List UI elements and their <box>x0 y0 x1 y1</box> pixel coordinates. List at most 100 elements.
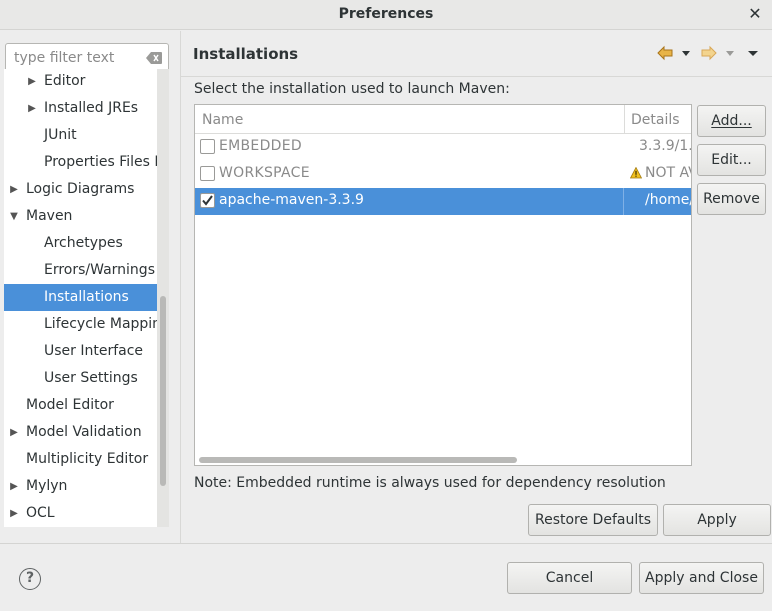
page-description: Select the installation used to launch M… <box>194 81 510 97</box>
tree-item-label: User Settings <box>44 370 138 386</box>
page-header: Installations <box>181 31 772 77</box>
tree-item[interactable]: User Settings <box>4 365 157 392</box>
preference-page: Installations Select the installation us… <box>180 31 772 543</box>
remove-button-label: Remove <box>703 191 760 207</box>
embedded-runtime-note: Note: Embedded runtime is always used fo… <box>194 475 666 491</box>
view-menu-icon[interactable] <box>747 45 759 61</box>
name-cell: WORKSPACE <box>195 161 624 188</box>
forward-history-dropdown-icon[interactable] <box>724 45 736 61</box>
column-header-details[interactable]: Details <box>631 112 680 128</box>
apply-button[interactable]: Apply <box>663 504 771 536</box>
filter-placeholder: type filter text <box>14 50 115 66</box>
restore-defaults-button[interactable]: Restore Defaults <box>528 504 658 536</box>
tree-item-label: Installations <box>44 289 129 305</box>
clear-filter-icon[interactable] <box>146 52 162 64</box>
details-cell: 3.3.9/1.6.0 <box>625 134 691 161</box>
collapsed-arrow-icon[interactable]: ▶ <box>27 69 37 95</box>
installation-details: /home/ <box>645 192 691 208</box>
tree-item-label: Lifecycle Mappings <box>44 316 157 332</box>
preference-tree: ▶ Editor ▶ Installed JREs JUnit Properties Fi… <box>4 69 157 527</box>
table-row[interactable]: EMBEDDED 3.3.9/1.6.0 <box>195 134 691 161</box>
collapsed-arrow-icon[interactable]: ▶ <box>27 95 37 122</box>
tree-item[interactable]: ▶ Mylyn <box>4 473 157 500</box>
table-row[interactable]: apache-maven-3.3.9/home/ <box>195 188 691 215</box>
tree-item[interactable]: ▶ Model Validation <box>4 419 157 446</box>
name-cell: EMBEDDED <box>195 134 624 161</box>
expanded-arrow-icon[interactable]: ▼ <box>9 203 19 230</box>
back-history-dropdown-icon[interactable] <box>680 45 692 61</box>
tree-item-label: Mylyn <box>26 478 68 494</box>
tree-item[interactable]: User Interface <box>4 338 157 365</box>
collapsed-arrow-icon[interactable]: ▶ <box>9 473 19 500</box>
tree-item-label: User Interface <box>44 343 144 359</box>
tree-item[interactable]: Installations <box>4 284 157 311</box>
cancel-button[interactable]: Cancel <box>507 562 632 594</box>
tree-item[interactable]: Archetypes <box>4 230 157 257</box>
dialog-footer: ? Cancel Apply and Close <box>0 543 772 611</box>
table-horizontal-scrollbar-thumb[interactable] <box>199 457 517 463</box>
installation-name: apache-maven-3.3.9 <box>219 192 364 208</box>
tree-item[interactable]: Lifecycle Mappings <box>4 311 157 338</box>
apply-label: Apply <box>697 512 737 528</box>
column-separator[interactable] <box>624 105 625 134</box>
tree-item-label: OCL <box>26 505 55 521</box>
tree-item-label: JUnit <box>44 127 77 143</box>
add-button[interactable]: Add... <box>697 105 766 137</box>
details-cell: /home/ <box>625 188 691 215</box>
tree-item-label: Model Validation <box>26 424 142 440</box>
installation-name: EMBEDDED <box>219 138 302 154</box>
tree-item-label: Multiplicity Editor <box>26 451 149 467</box>
tree-item-label: Properties Files Editor <box>44 154 157 170</box>
edit-button[interactable]: Edit... <box>697 144 766 176</box>
tree-item-label: Model Editor <box>26 397 114 413</box>
tree-item[interactable]: ▼ Maven <box>4 203 157 230</box>
tree-item-label: Editor <box>44 73 86 89</box>
tree-item[interactable]: Properties Files Editor <box>4 149 157 176</box>
page-title: Installations <box>193 45 299 63</box>
table-row[interactable]: WORKSPACE NOT AVAILABLE <box>195 161 691 188</box>
installations-table: Name Details EMBEDDED 3.3.9/1.6.0 WORKSPAC… <box>194 104 692 466</box>
collapsed-arrow-icon[interactable]: ▶ <box>9 176 19 203</box>
title-bar: Preferences ✕ <box>0 0 772 30</box>
cancel-label: Cancel <box>545 570 594 586</box>
window-title: Preferences <box>338 6 434 22</box>
warning-icon <box>629 166 643 179</box>
tree-item-label: Maven <box>26 208 73 224</box>
back-arrow-icon[interactable] <box>657 45 673 61</box>
tree-item[interactable]: ▶ OCL <box>4 500 157 527</box>
forward-arrow-icon[interactable] <box>701 45 717 61</box>
installation-checkbox[interactable] <box>200 166 215 181</box>
tree-item[interactable]: ▶ Installed JREs <box>4 95 157 122</box>
name-cell: apache-maven-3.3.9 <box>195 188 624 215</box>
installation-name: WORKSPACE <box>219 165 310 181</box>
tree-item-label: Logic Diagrams <box>26 181 135 197</box>
tree-item[interactable]: Errors/Warnings <box>4 257 157 284</box>
add-button-label: Add... <box>711 113 752 129</box>
column-header-name[interactable]: Name <box>202 112 243 128</box>
edit-button-label: Edit... <box>711 152 752 168</box>
tree-item[interactable]: ▶ Logic Diagrams <box>4 176 157 203</box>
tree-item[interactable]: Model Editor <box>4 392 157 419</box>
help-icon[interactable]: ? <box>19 568 41 590</box>
remove-button[interactable]: Remove <box>697 183 766 215</box>
tree-item-label: Errors/Warnings <box>44 262 155 278</box>
table-header: Name Details <box>195 105 691 134</box>
preference-tree-pane: type filter text ▶ Editor ▶ Installed JREs J… <box>0 31 177 571</box>
apply-and-close-button[interactable]: Apply and Close <box>639 562 764 594</box>
installation-checkbox[interactable] <box>200 139 215 154</box>
tree-item-label: Installed JREs <box>44 100 139 116</box>
tree-item[interactable]: JUnit <box>4 122 157 149</box>
apply-and-close-label: Apply and Close <box>645 570 758 586</box>
details-cell: NOT AVAILABLE <box>625 161 691 188</box>
tree-item-label: Archetypes <box>44 235 123 251</box>
restore-defaults-label: Restore Defaults <box>534 512 652 528</box>
tree-item[interactable]: Multiplicity Editor <box>4 446 157 473</box>
installation-details: 3.3.9/1.6.0 <box>639 138 691 154</box>
tree-vertical-scrollbar-thumb[interactable] <box>160 296 166 486</box>
collapsed-arrow-icon[interactable]: ▶ <box>9 419 19 446</box>
tree-item[interactable]: ▶ Editor <box>4 69 157 95</box>
close-icon[interactable]: ✕ <box>746 4 764 24</box>
installation-details: NOT AVAILABLE <box>645 165 691 181</box>
collapsed-arrow-icon[interactable]: ▶ <box>9 500 19 527</box>
installation-checkbox[interactable] <box>200 193 215 208</box>
